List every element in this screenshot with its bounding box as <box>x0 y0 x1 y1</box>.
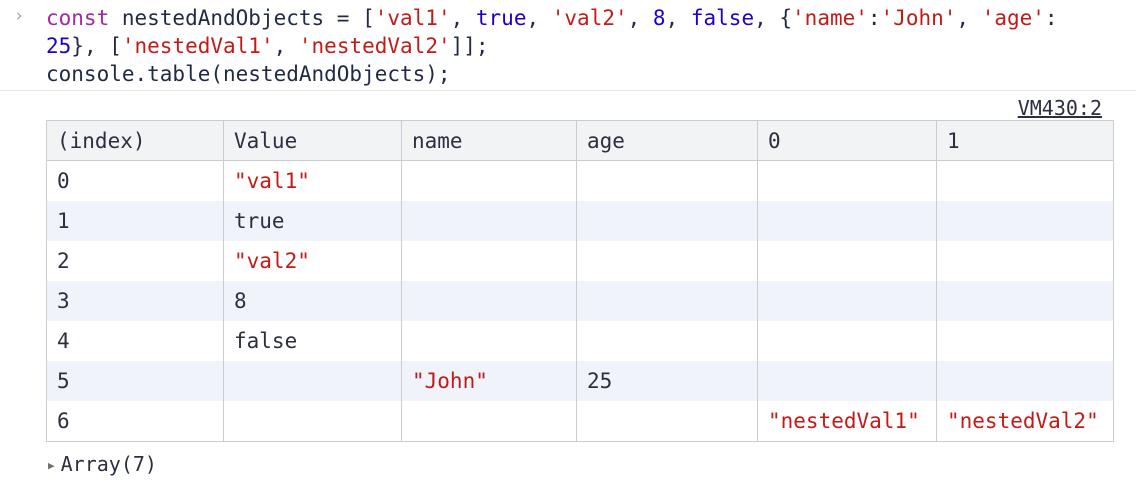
cell-age: 25 <box>576 361 758 401</box>
column-header-name[interactable]: name <box>401 120 577 161</box>
array-summary-label: Array(7) <box>60 452 157 476</box>
cell-name <box>401 201 577 241</box>
code-line-2: 25}, ['nestedVal1', 'nestedVal2']]; <box>46 34 489 58</box>
column-header-age[interactable]: age <box>576 120 758 161</box>
cell-0 <box>757 361 937 401</box>
cell-0 <box>757 281 937 321</box>
code-line-1: const nestedAndObjects = ['val1', true, … <box>46 6 1058 30</box>
cell-1 <box>936 361 1114 401</box>
cell-index: 5 <box>46 361 224 401</box>
table-header-row: (index) Value name age 0 1 <box>46 120 1114 161</box>
triangle-right-icon[interactable]: ▶ <box>48 459 55 472</box>
cell-value <box>223 401 402 442</box>
cell-0 <box>757 160 937 201</box>
cell-1 <box>936 201 1114 241</box>
console-input-entry: › const nestedAndObjects = ['val1', true… <box>0 0 1136 91</box>
cell-index: 4 <box>46 321 224 361</box>
cell-age <box>576 241 758 281</box>
cell-index: 6 <box>46 401 224 442</box>
cell-name <box>401 401 577 442</box>
cell-name: "John" <box>401 361 577 401</box>
column-header-index[interactable]: (index) <box>46 120 224 161</box>
table-row: 3 8 <box>46 281 1114 321</box>
code-input[interactable]: const nestedAndObjects = ['val1', true, … <box>46 4 1116 88</box>
cell-value: true <box>223 201 402 241</box>
cell-0 <box>757 241 937 281</box>
table-row: 6 "nestedVal1" "nestedVal2" <box>46 401 1114 442</box>
cell-1 <box>936 241 1114 281</box>
cell-name <box>401 160 577 201</box>
cell-name <box>401 321 577 361</box>
cell-index: 3 <box>46 281 224 321</box>
column-header-1[interactable]: 1 <box>936 120 1114 161</box>
cell-value <box>223 361 402 401</box>
table-row: 4 false <box>46 321 1114 361</box>
code-line-3: console.table(nestedAndObjects); <box>46 62 451 86</box>
cell-1 <box>936 281 1114 321</box>
prompt-chevron-icon: › <box>14 6 25 26</box>
cell-index: 0 <box>46 160 224 201</box>
source-location-link[interactable]: VM430:2 <box>1018 96 1102 120</box>
cell-index: 1 <box>46 201 224 241</box>
cell-age <box>576 321 758 361</box>
cell-1 <box>936 321 1114 361</box>
cell-index: 2 <box>46 241 224 281</box>
console-table: (index) Value name age 0 1 0 "val1" 1 tr… <box>46 120 1114 442</box>
table-row: 5 "John" 25 <box>46 361 1114 401</box>
cell-0 <box>757 201 937 241</box>
cell-name <box>401 281 577 321</box>
cell-1: "nestedVal2" <box>936 401 1114 442</box>
cell-age <box>576 281 758 321</box>
table-row: 1 true <box>46 201 1114 241</box>
cell-age <box>576 201 758 241</box>
cell-age <box>576 401 758 442</box>
table-row: 0 "val1" <box>46 160 1114 201</box>
cell-0: "nestedVal1" <box>757 401 937 442</box>
cell-value: "val2" <box>223 241 402 281</box>
cell-0 <box>757 321 937 361</box>
array-summary[interactable]: ▶ Array(7) <box>48 452 157 476</box>
column-header-value[interactable]: Value <box>223 120 402 161</box>
cell-value: "val1" <box>223 160 402 201</box>
cell-name <box>401 241 577 281</box>
table-row: 2 "val2" <box>46 241 1114 281</box>
column-header-0[interactable]: 0 <box>757 120 937 161</box>
cell-age <box>576 160 758 201</box>
cell-1 <box>936 160 1114 201</box>
cell-value: 8 <box>223 281 402 321</box>
cell-value: false <box>223 321 402 361</box>
